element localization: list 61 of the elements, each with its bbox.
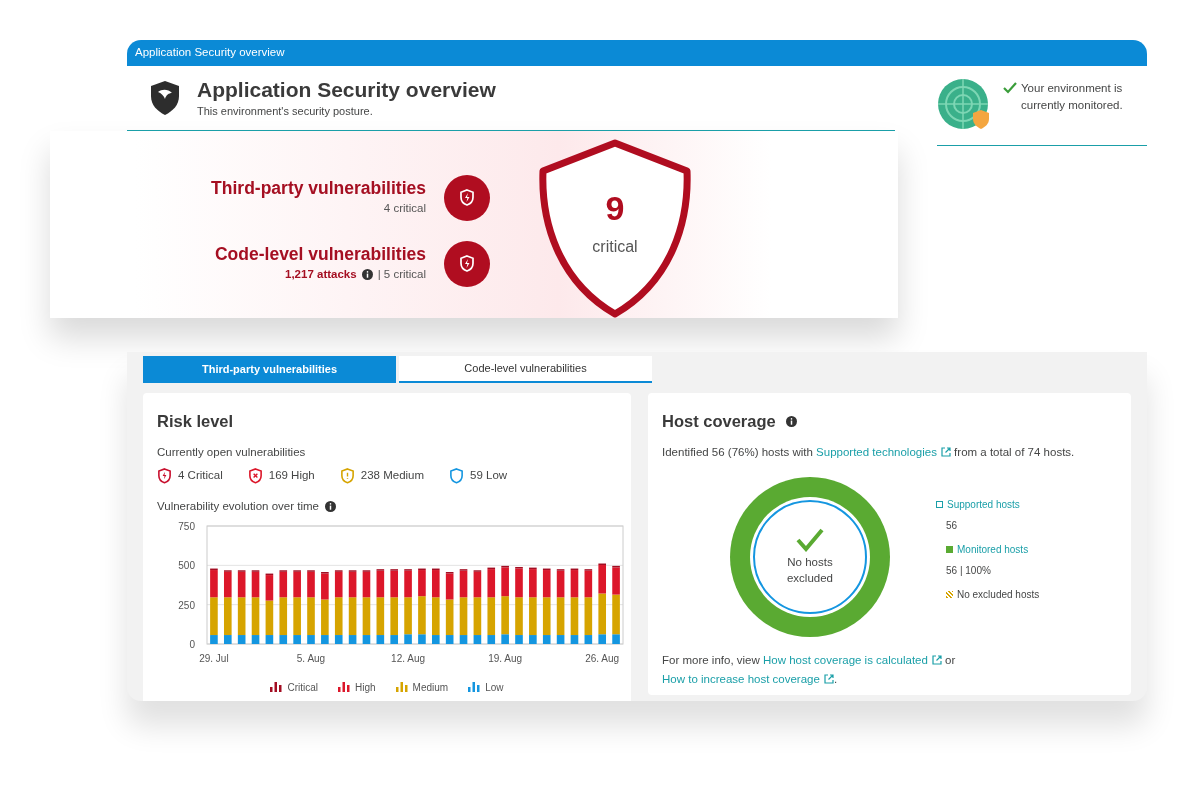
legend-bar-icon xyxy=(468,682,481,692)
page-title: Application Security overview xyxy=(197,76,496,103)
vulnerability-title[interactable]: Code-level vulnerabilities xyxy=(214,244,426,267)
tab[interactable]: Third-party vulnerabilities xyxy=(143,356,396,383)
section-label: Currently open vulnerabilities xyxy=(157,444,307,460)
shield-bolt-icon xyxy=(459,255,475,273)
shield-bolt-icon xyxy=(459,189,475,207)
x-tick-label: 5. Aug xyxy=(296,652,326,664)
legend-label: No excluded hosts xyxy=(957,587,1040,602)
severity-count: 59 Low xyxy=(470,468,508,483)
legend-bar-icon xyxy=(270,682,283,692)
attacks-count: 1,217 attacks xyxy=(285,267,357,283)
critical-count: | 5 critical xyxy=(377,267,426,283)
card-title: Host coverage xyxy=(662,411,776,432)
x-tick-label: 12. Aug xyxy=(391,652,426,664)
external-link-icon xyxy=(931,655,942,665)
legend-label[interactable]: High xyxy=(355,679,376,695)
info-icon[interactable] xyxy=(324,501,336,513)
x-tick-label: 29. Jul xyxy=(199,652,229,664)
legend-value: 56 | 100% xyxy=(946,564,991,576)
radar-shield-icon xyxy=(937,78,991,132)
monitoring-status: Your environment is currently monitored. xyxy=(1021,81,1124,113)
coverage-summary: Identified 56 (76%) hosts with Supported technologies from a total of 74 hosts. xyxy=(662,444,1076,460)
critical-count: 4 critical xyxy=(383,201,426,217)
legend-label[interactable]: Low xyxy=(485,679,504,695)
legend-square-icon xyxy=(946,545,953,553)
y-tick-label: 500 xyxy=(178,559,195,571)
external-link-icon xyxy=(823,674,834,684)
section-label: Vulnerability evolution over time xyxy=(157,499,319,515)
x-tick-label: 19. Aug xyxy=(488,652,523,664)
external-link-icon xyxy=(940,446,951,457)
legend-value: 56 xyxy=(945,519,958,531)
legend-square-icon xyxy=(936,500,943,508)
legend-label: Monitored hosts xyxy=(957,542,1029,557)
tab[interactable]: Code-level vulnerabilities xyxy=(399,356,652,383)
severity-count: 238 Medium xyxy=(360,468,425,483)
severity-count: 4 Critical xyxy=(178,468,223,483)
legend-bar-icon xyxy=(395,682,408,692)
y-tick-label: 750 xyxy=(178,520,195,532)
page-subtitle: This environment's security posture. xyxy=(197,103,374,119)
check-icon xyxy=(796,528,824,552)
shield-logo-icon xyxy=(149,80,181,116)
donut-center-label: No hosts excluded xyxy=(785,555,834,586)
total-critical-count: 9 xyxy=(605,191,625,225)
coverage-footer-text: For more info, view How host coverage is calculated or How to increase host coverage . xyxy=(662,653,957,687)
card-title: Risk level xyxy=(157,411,235,432)
x-tick-label: 26. Aug xyxy=(585,652,620,664)
severity-count: 169 High xyxy=(268,468,315,483)
legend-bar-icon xyxy=(338,682,350,692)
info-icon[interactable] xyxy=(361,269,373,281)
y-tick-label: 250 xyxy=(178,599,195,611)
legend-label: Supported hosts xyxy=(947,497,1020,512)
y-tick-label: 0 xyxy=(189,638,195,650)
legend-label[interactable]: Medium xyxy=(412,679,449,695)
window-title-bar: Application Security overview xyxy=(127,40,1147,66)
legend-label[interactable]: Critical xyxy=(287,679,318,695)
check-icon xyxy=(1003,82,1017,94)
vulnerability-title[interactable]: Third-party vulnerabilities xyxy=(211,178,426,201)
total-critical-label: critical xyxy=(592,237,638,257)
info-icon[interactable] xyxy=(785,415,797,427)
legend-hatched-icon xyxy=(946,590,953,598)
